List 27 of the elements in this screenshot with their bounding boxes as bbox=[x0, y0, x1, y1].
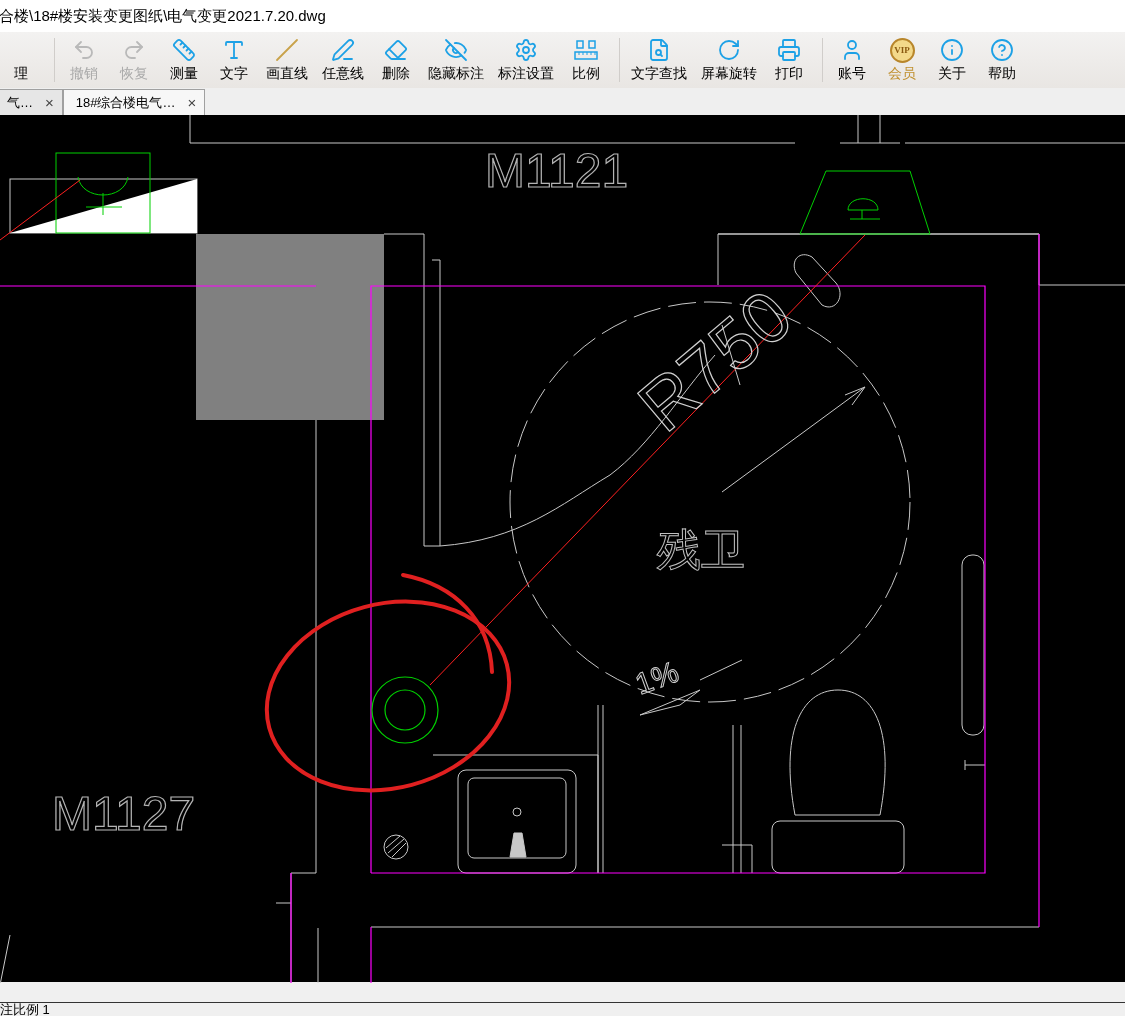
close-icon[interactable]: × bbox=[187, 94, 197, 110]
toolbar-button[interactable]: 文字查找 bbox=[624, 37, 694, 82]
slope-label: 1% bbox=[630, 654, 683, 701]
door-label: M1121 bbox=[485, 143, 629, 197]
toolbar-button[interactable]: 账号 bbox=[827, 37, 877, 82]
toolbar-button[interactable]: 画直线 bbox=[259, 37, 315, 82]
door-label: M1127 bbox=[52, 786, 196, 840]
status-text: 注比例 1 bbox=[0, 1003, 51, 1016]
toolbar-button[interactable]: 帮助 bbox=[977, 37, 1027, 82]
toolbar-button[interactable]: 文字 bbox=[209, 37, 259, 82]
close-icon[interactable]: × bbox=[45, 94, 54, 110]
toolbar-button[interactable]: VIP 会员 bbox=[877, 37, 927, 82]
vip-badge: VIP bbox=[889, 37, 915, 63]
toolbar-button[interactable]: 理 bbox=[0, 37, 46, 82]
window-title: 合楼\18#楼安装变更图纸\电气变更2021.7.20.dwg bbox=[0, 5, 326, 26]
toolbar-button[interactable]: 测量 bbox=[159, 37, 209, 82]
toolbar-button[interactable]: 关于 bbox=[927, 37, 977, 82]
toolbar-button[interactable]: 标注设置 bbox=[491, 37, 561, 82]
toolbar-button[interactable]: 隐藏标注 bbox=[421, 37, 491, 82]
document-tab[interactable]: 气… × bbox=[0, 88, 63, 115]
document-tab[interactable]: 18#综合楼电气… × bbox=[62, 88, 206, 115]
toolbar-button[interactable]: 比例 bbox=[561, 37, 611, 82]
toolbar-button[interactable]: 打印 bbox=[764, 37, 814, 82]
toolbar-button[interactable]: 任意线 bbox=[315, 37, 371, 82]
toolbar-button[interactable]: 删除 bbox=[371, 37, 421, 82]
toolbar-button[interactable]: 屏幕旋转 bbox=[694, 37, 764, 82]
room-label: 残卫 bbox=[657, 524, 745, 574]
